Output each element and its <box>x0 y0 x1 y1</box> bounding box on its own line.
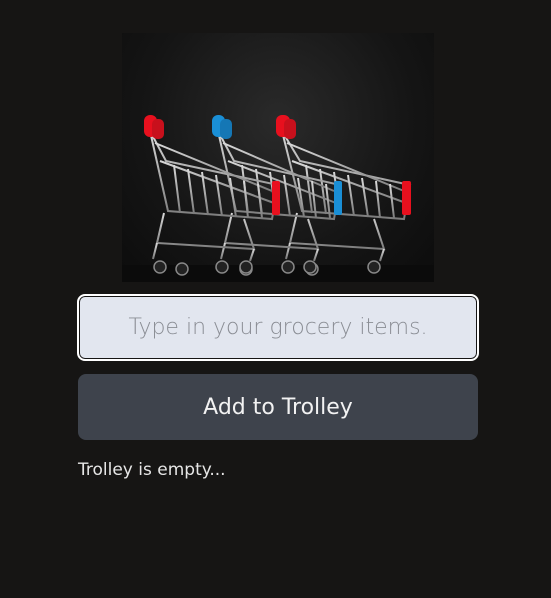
grocery-item-input[interactable] <box>77 294 479 361</box>
app-container: Add to Trolley Trolley is empty... <box>0 0 551 598</box>
add-to-trolley-button[interactable]: Add to Trolley <box>78 374 478 440</box>
trolley-status-text: Trolley is empty... <box>78 460 226 480</box>
shopping-trolleys-icon <box>122 115 434 282</box>
shopping-trolleys-image <box>122 33 434 282</box>
